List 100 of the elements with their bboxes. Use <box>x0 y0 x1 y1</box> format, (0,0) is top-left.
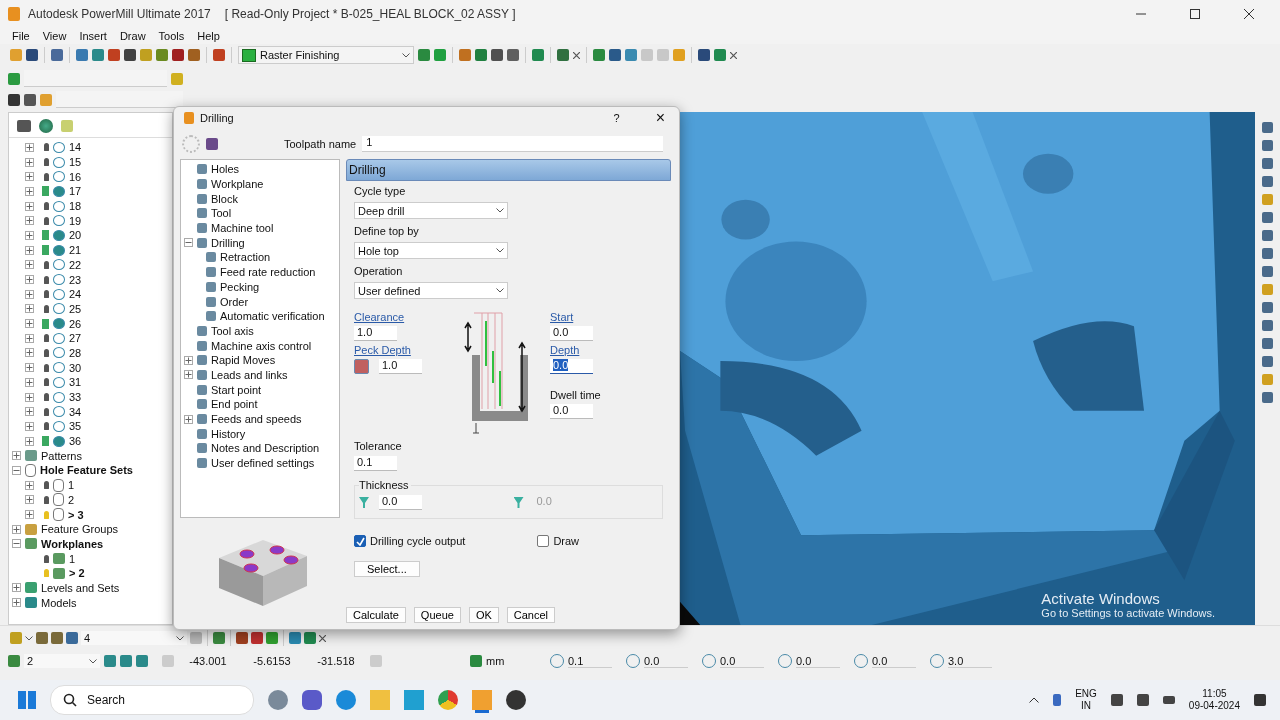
tree-item[interactable]: Rapid Moves <box>211 354 276 367</box>
menu-item[interactable]: Tools <box>158 30 185 42</box>
dwell-time-field[interactable]: 0.0 <box>550 404 593 419</box>
expand-icon[interactable] <box>184 355 193 365</box>
expand-icon[interactable] <box>25 289 34 299</box>
tree-item[interactable]: 19 <box>69 214 82 227</box>
tolerance-value[interactable]: 0.0 <box>720 654 764 668</box>
expand-icon[interactable] <box>12 524 21 534</box>
expand-icon[interactable] <box>184 414 193 424</box>
expand-icon[interactable] <box>25 363 34 373</box>
tree-item[interactable]: Feeds and speeds <box>211 413 302 426</box>
help-button[interactable]: ? <box>609 112 624 124</box>
tree-item[interactable]: 27 <box>69 332 82 345</box>
expand-icon[interactable] <box>184 370 193 380</box>
tree-item[interactable]: 1 <box>69 552 76 565</box>
expand-icon[interactable] <box>12 465 21 475</box>
expand-icon[interactable] <box>25 186 34 196</box>
expand-icon[interactable] <box>12 539 21 549</box>
tree-item[interactable]: Order <box>220 295 249 308</box>
expand-icon[interactable] <box>25 377 34 387</box>
tree-item[interactable]: Start point <box>211 383 262 396</box>
tree-item[interactable]: Patterns <box>41 449 82 462</box>
tree-item[interactable]: User defined settings <box>211 457 315 470</box>
expand-icon[interactable] <box>25 201 34 211</box>
tree-item[interactable]: 15 <box>69 156 82 169</box>
expand-icon[interactable] <box>25 421 34 431</box>
tree-item[interactable]: Retraction <box>220 251 271 264</box>
tree-item[interactable]: Leads and links <box>211 368 288 381</box>
menu-item[interactable]: View <box>42 30 67 42</box>
dialog-button[interactable]: Cancel <box>506 607 556 623</box>
menu-item[interactable]: File <box>12 30 30 42</box>
menu-item[interactable]: Help <box>197 30 220 42</box>
toolpath-name-field[interactable]: 1 <box>362 136 663 152</box>
level-dropdown[interactable]: 4 <box>81 631 187 645</box>
expand-icon[interactable] <box>25 216 34 226</box>
tolerance-value[interactable]: 0.0 <box>644 654 688 668</box>
chevron-icon[interactable] <box>1029 697 1040 703</box>
clearance-link[interactable]: Clearance <box>354 311 405 323</box>
tree-item[interactable]: 23 <box>69 273 82 286</box>
chevron-icon[interactable] <box>25 635 33 641</box>
tree-item[interactable]: 17 <box>69 185 82 198</box>
close-icon[interactable] <box>730 51 737 59</box>
tree-item[interactable]: Machine tool <box>211 222 274 235</box>
expand-icon[interactable] <box>25 142 34 152</box>
radial-thickness-field[interactable]: 0.0 <box>379 495 422 510</box>
clearance-field[interactable]: 1.0 <box>354 326 397 341</box>
tree-item[interactable]: 14 <box>69 141 82 154</box>
close-icon[interactable] <box>573 51 580 59</box>
expand-icon[interactable] <box>25 230 34 240</box>
expand-icon[interactable] <box>12 598 21 608</box>
tree-item[interactable]: Levels and Sets <box>41 581 120 594</box>
dialog-button[interactable]: Calculate <box>346 607 406 623</box>
expand-icon[interactable] <box>25 407 34 417</box>
dialog-button[interactable]: OK <box>468 607 499 623</box>
start-field[interactable]: 0.0 <box>550 326 593 341</box>
expand-icon[interactable] <box>25 260 34 270</box>
search-field[interactable]: Search <box>50 685 254 715</box>
checkbox[interactable] <box>354 535 366 547</box>
expand-icon[interactable] <box>25 304 34 314</box>
tree-item[interactable]: Feature Groups <box>41 523 119 536</box>
tree-item[interactable]: Block <box>211 192 238 205</box>
tree-item[interactable]: Tool <box>211 207 232 220</box>
expand-icon[interactable] <box>25 333 34 343</box>
dropdown[interactable]: User defined <box>354 282 508 299</box>
start-link[interactable]: Start <box>550 311 574 323</box>
tree-item[interactable]: End point <box>211 398 258 411</box>
tree-item[interactable]: 20 <box>69 229 82 242</box>
tree-item[interactable]: 16 <box>69 170 82 183</box>
tree-item[interactable]: Machine axis control <box>211 339 312 352</box>
tree-item[interactable]: 2 <box>68 493 75 506</box>
tree-item[interactable]: 24 <box>69 288 82 301</box>
region-indicator[interactable]: IN <box>1081 700 1091 712</box>
checkbox[interactable] <box>537 535 550 547</box>
tree-item[interactable]: > 2 <box>69 567 85 580</box>
expand-icon[interactable] <box>25 436 34 446</box>
tree-item[interactable]: Workplanes <box>41 537 104 550</box>
tree-item[interactable]: 36 <box>69 435 82 448</box>
expand-icon[interactable] <box>25 275 34 285</box>
tree-item[interactable]: Automatic verification <box>220 310 325 323</box>
tree-item[interactable]: Holes <box>211 163 240 176</box>
expand-icon[interactable] <box>12 583 21 593</box>
tree-item[interactable]: Feed rate reduction <box>220 266 316 279</box>
expand-icon[interactable] <box>25 495 34 505</box>
expand-icon[interactable] <box>25 348 34 358</box>
tolerance-value[interactable]: 0.0 <box>796 654 840 668</box>
close-icon[interactable] <box>1244 9 1254 19</box>
strategy-dropdown[interactable]: Raster Finishing <box>238 46 414 64</box>
tolerance-field[interactable]: 0.1 <box>354 456 397 471</box>
expand-icon[interactable] <box>25 392 34 402</box>
tolerance-value[interactable]: 0.0 <box>872 654 916 668</box>
dropdown[interactable]: Hole top <box>354 242 508 259</box>
tree-item[interactable]: Drilling <box>211 236 245 249</box>
tree-item[interactable]: 22 <box>69 258 82 271</box>
dropdown[interactable]: Deep drill <box>354 202 508 219</box>
tree-item[interactable]: 28 <box>69 346 82 359</box>
expand-icon[interactable] <box>25 172 34 182</box>
select-button[interactable]: Select... <box>354 561 420 577</box>
depth-field[interactable]: 0.0 <box>550 359 593 374</box>
tree-item[interactable]: 34 <box>69 405 82 418</box>
menu-item[interactable]: Draw <box>119 30 146 42</box>
